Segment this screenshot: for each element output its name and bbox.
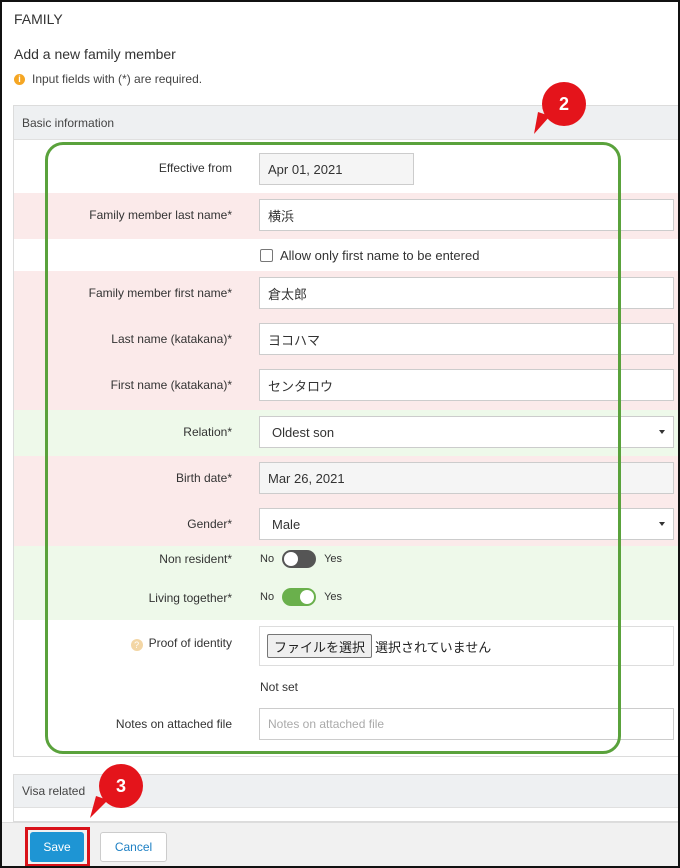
last-name-label: Family member last name* [89,208,232,222]
living-together-yes: Yes [324,591,343,603]
gender-select[interactable]: Male [259,508,674,540]
living-together-no: No [260,591,275,603]
first-name-only-row: Allow only first name to be entered [14,239,678,271]
proof-of-identity-current: Not set [260,680,299,694]
first-name-only-label: Allow only first name to be entered [280,248,480,263]
page-title: FAMILY [14,11,63,27]
non-resident-switch[interactable]: No Yes [260,550,342,568]
first-name-only-option[interactable]: Allow only first name to be entered [260,248,479,263]
first-name-kana-input[interactable]: センタロウ [259,369,674,401]
last-name-kana-input[interactable]: ヨコハマ [259,323,674,355]
non-resident-label: Non resident* [159,552,232,566]
first-name-kana-value: センタロウ [268,378,334,394]
proof-of-identity-label: ? Proof of identity [130,636,232,651]
toggle-knob [300,590,315,604]
screenshot-frame: FAMILY Add a new family member i Input f… [0,0,680,868]
effective-from-value: Apr 01, 2021 [268,161,343,177]
relation-value: Oldest son [272,424,335,440]
proof-of-identity-file-input[interactable]: ファイルを選択 選択されていません [259,626,674,666]
first-name-group: Family member first name* 倉太郎 Last name … [14,271,678,410]
gender-value: Male [272,516,301,532]
required-notice-text: Input fields with (*) are required. [32,72,203,86]
last-name-row: Family member last name* 横浜 [14,193,678,239]
first-name-value: 倉太郎 [268,286,308,302]
callout-3: 3 [86,764,156,820]
notes-on-attached-file-label: Notes on attached file [115,717,232,731]
last-name-kana-label: Last name (katakana)* [111,332,232,346]
callout-3-badge: 3 [99,764,143,808]
last-name-kana-value: ヨコハマ [268,332,321,348]
basic-information-section: Basic information Effective from Apr 01,… [13,105,678,758]
birth-date-label: Birth date* [175,471,232,485]
first-name-input[interactable]: 倉太郎 [259,277,674,309]
page-subtitle: Add a new family member [14,46,176,62]
living-together-label: Living together* [148,591,232,605]
birth-gender-group: Birth date* Mar 26, 2021 Gender* Male [14,456,678,546]
proof-of-identity-text: Proof of identity [148,636,232,650]
last-name-value: 横浜 [268,208,295,224]
question-icon[interactable]: ? [130,639,143,651]
birth-date-input[interactable]: Mar 26, 2021 [259,462,674,494]
non-resident-no: No [260,553,275,565]
cancel-button[interactable]: Cancel [100,832,167,862]
toggle-knob [284,552,299,566]
callout-2: 2 [528,82,598,138]
relation-row: Relation* Oldest son [14,410,678,456]
non-resident-yes: Yes [324,553,343,565]
effective-from-label: Effective from [158,161,232,175]
caret-down-icon [659,430,665,434]
effective-from-input[interactable]: Apr 01, 2021 [259,153,414,185]
choose-file-button[interactable]: ファイルを選択 [267,634,373,658]
info-icon: i [14,73,25,85]
caret-down-icon [659,522,665,526]
living-together-switch[interactable]: No Yes [260,588,342,606]
relation-label: Relation* [183,425,232,439]
non-resident-toggle[interactable] [282,550,317,568]
notes-on-attached-file-input[interactable]: Notes on attached file [259,708,674,740]
required-notice: i Input fields with (*) are required. [14,72,202,86]
notes-placeholder: Notes on attached file [268,717,385,731]
callout-2-badge: 2 [542,82,586,126]
first-name-kana-label: First name (katakana)* [110,378,232,392]
last-name-input[interactable]: 横浜 [259,199,674,231]
effective-from-row: Effective from Apr 01, 2021 [14,141,678,193]
save-highlight-box [25,827,90,866]
gender-label: Gender* [187,517,232,531]
birth-date-value: Mar 26, 2021 [268,470,345,486]
proof-of-identity-row: ? Proof of identity ファイルを選択 選択されていません Not… [14,620,678,758]
booleans-group: Non resident* No Yes Living together* No… [14,546,678,620]
first-name-label: Family member first name* [88,286,232,300]
relation-select[interactable]: Oldest son [259,416,674,448]
form-footer: Save Cancel [2,822,678,866]
no-file-selected-text: 選択されていません [375,639,492,655]
living-together-toggle[interactable] [282,588,317,606]
first-name-only-checkbox[interactable] [260,249,273,262]
